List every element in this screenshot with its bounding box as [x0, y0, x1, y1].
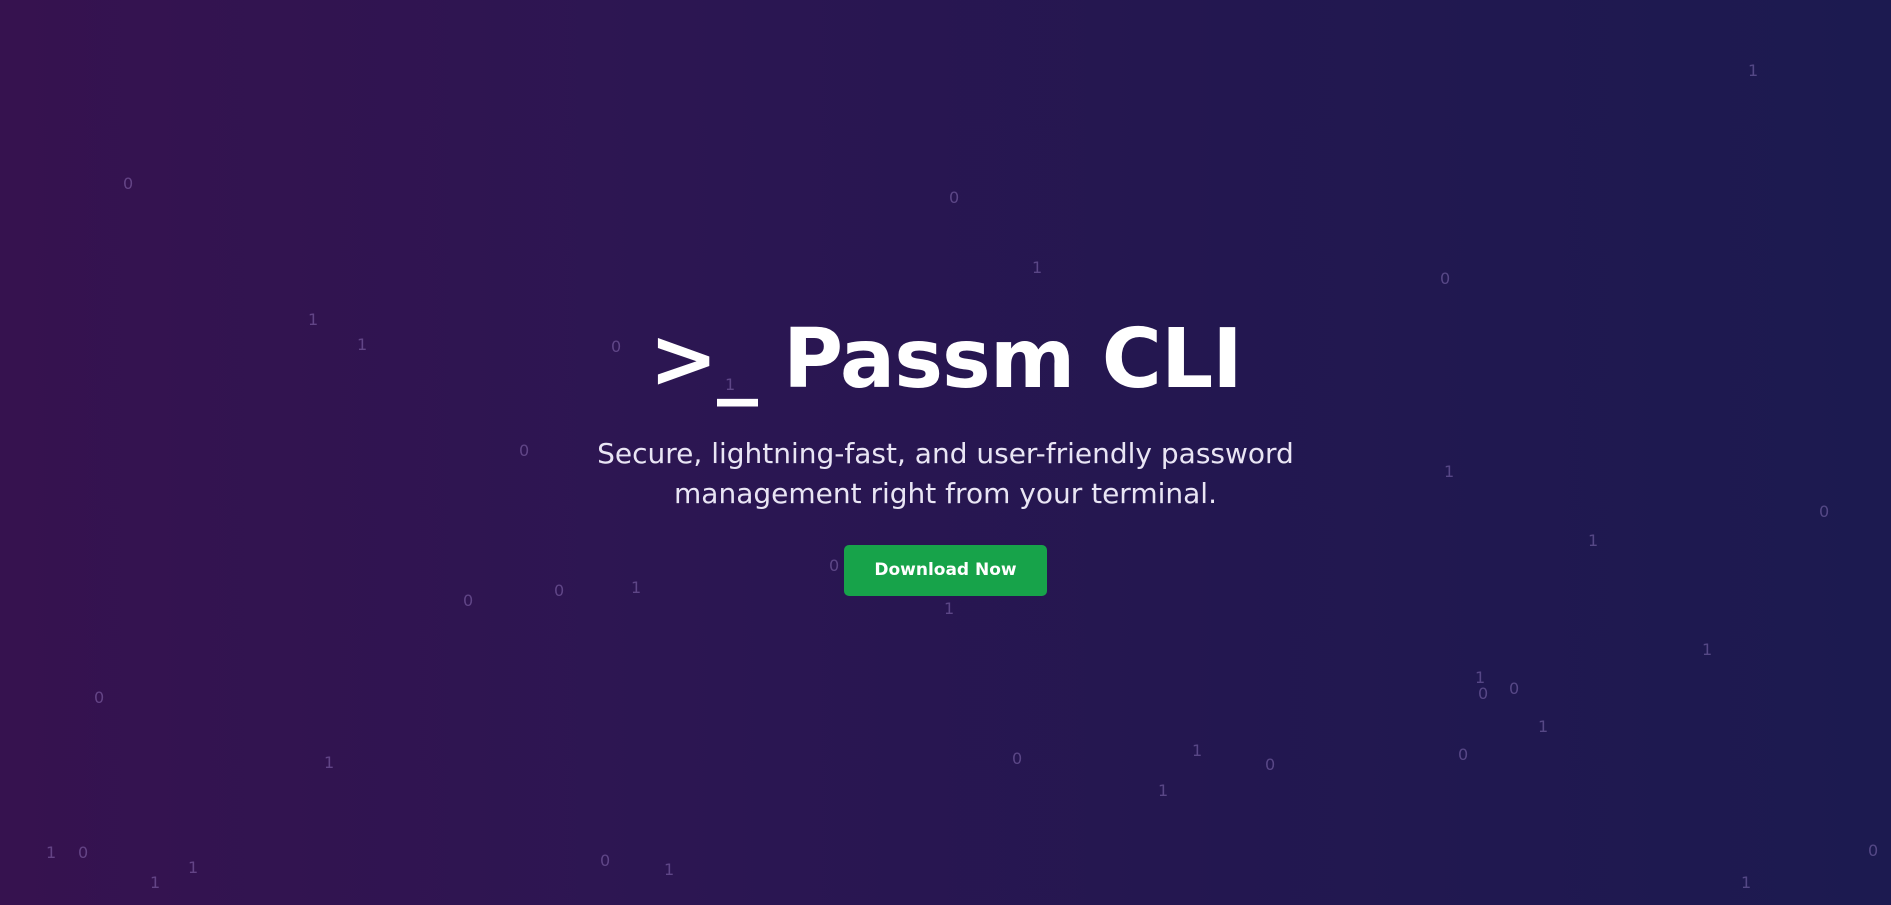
binary-digit: 1 — [1748, 61, 1759, 80]
binary-digit: 0 — [94, 688, 105, 707]
binary-digit: 1 — [944, 599, 955, 618]
binary-digit: 0 — [1440, 269, 1451, 288]
binary-digit: 0 — [78, 843, 89, 862]
binary-digit: 1 — [188, 858, 199, 877]
hero-tagline: Secure, lightning-fast, and user-friendl… — [597, 437, 1294, 510]
binary-digit: 0 — [949, 188, 960, 207]
binary-digit: 1 — [1192, 741, 1203, 760]
binary-digit: 0 — [1509, 679, 1520, 698]
binary-digit: 1 — [46, 843, 57, 862]
binary-digit: 0 — [1458, 745, 1469, 764]
binary-digit: 1 — [1475, 668, 1486, 687]
binary-digit: 1 — [1741, 873, 1752, 892]
binary-digit: 1 — [1702, 640, 1713, 659]
binary-digit: 1 — [150, 873, 161, 892]
app-name: Passm CLI — [782, 312, 1243, 407]
binary-digit: 0 — [1478, 684, 1489, 703]
binary-digit: 0 — [1265, 755, 1276, 774]
binary-digit: 0 — [1012, 749, 1023, 768]
page-title: >_ Passm CLI — [0, 312, 1891, 408]
binary-digit: 1 — [664, 860, 675, 879]
download-now-button[interactable]: Download Now — [844, 545, 1047, 596]
hero-section: >_ Passm CLI Secure, lightning-fast, and … — [0, 312, 1891, 596]
terminal-prompt-icon: >_ — [649, 312, 758, 407]
binary-digit: 1 — [1158, 781, 1169, 800]
binary-digit: 1 — [324, 753, 335, 772]
binary-digit: 0 — [123, 174, 134, 193]
binary-digit: 1 — [1538, 717, 1549, 736]
binary-digit: 1 — [1032, 258, 1043, 277]
binary-digit: 0 — [1868, 841, 1879, 860]
binary-digit: 0 — [600, 851, 611, 870]
